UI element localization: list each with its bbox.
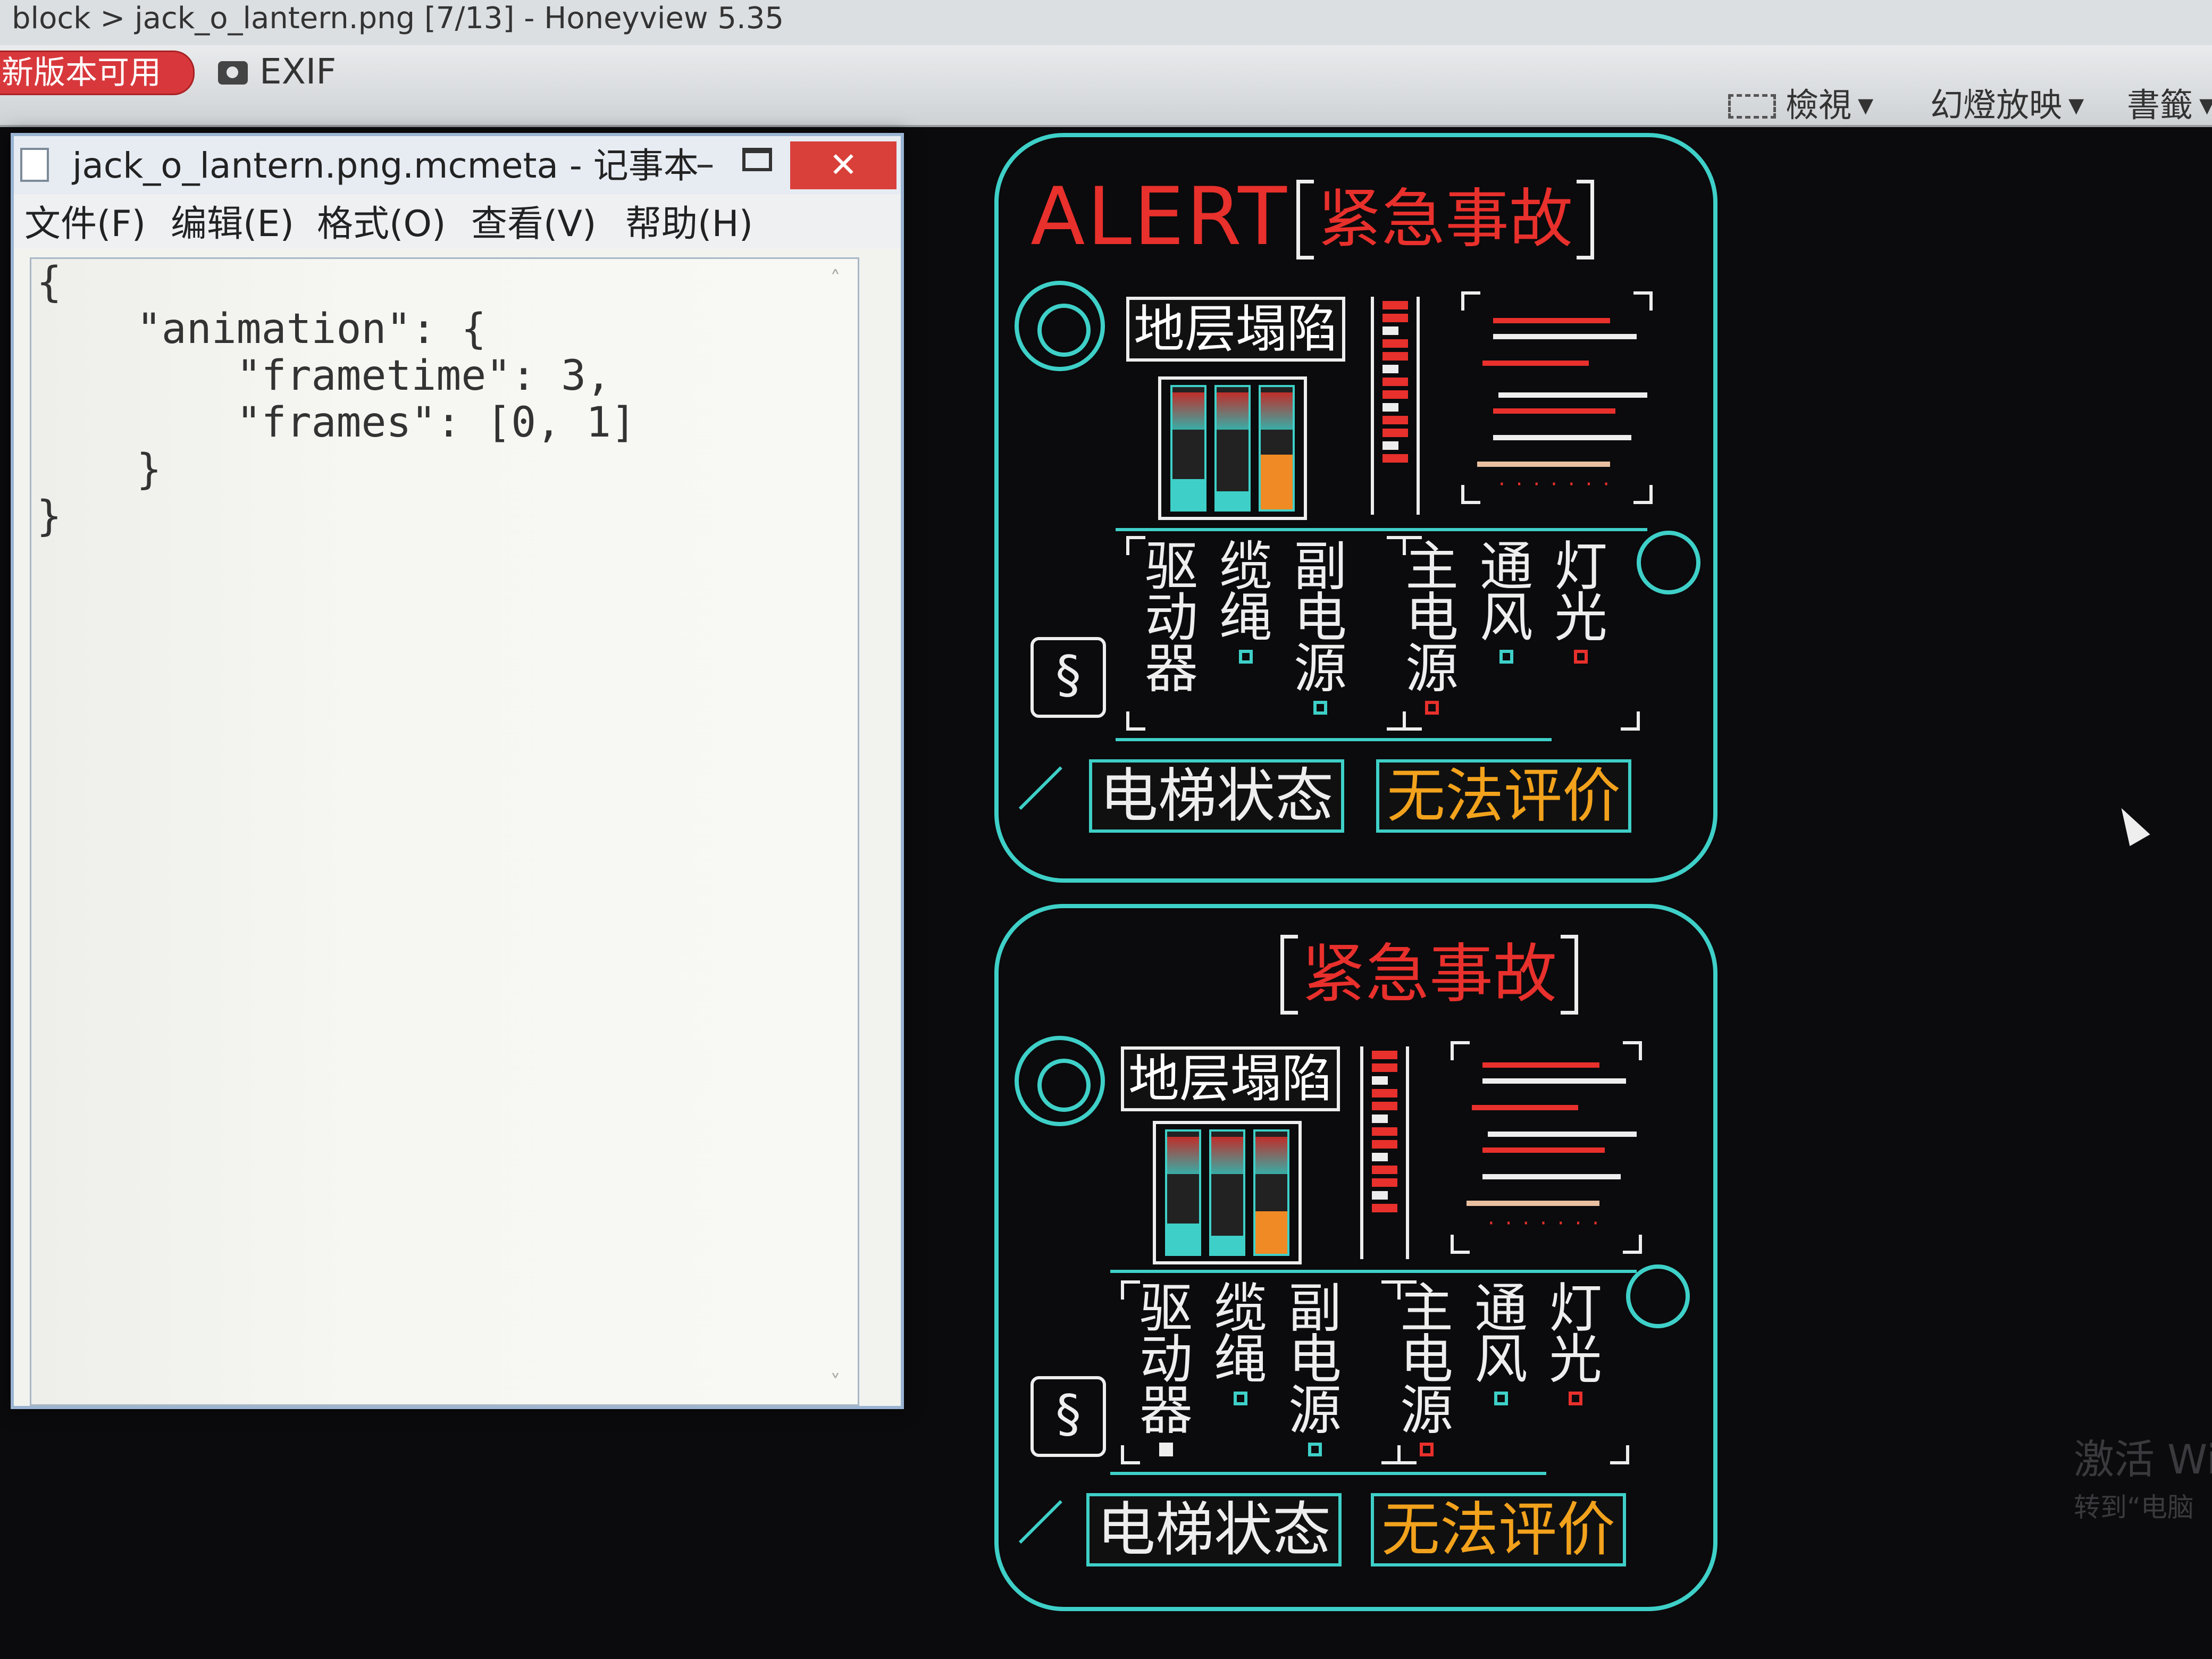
chevron-down-icon: ▼	[2199, 94, 2212, 117]
gauge-box	[1153, 1121, 1302, 1264]
gauge-2	[1214, 385, 1251, 512]
menu-file[interactable]: 文件(F)	[24, 203, 146, 246]
close-button[interactable]: ✕	[790, 141, 896, 189]
notepad-menubar: 文件(F) 编辑(E) 格式(O) 查看(V) 帮助(H)	[14, 196, 901, 249]
elevator-status-value: 无法评价	[1376, 759, 1631, 833]
divider	[1116, 738, 1552, 741]
notepad-text-area[interactable]: { "animation": { "frametime": 3, "frames…	[30, 257, 859, 1406]
gauge-3	[1258, 385, 1295, 512]
collapse-label: 地层塌陷	[1121, 1046, 1340, 1111]
mouse-cursor-icon	[2111, 802, 2150, 847]
cable-label: 缆绳	[1217, 540, 1275, 664]
toolbar: 新版本可用 EXIF 檢視 ▼ 幻燈放映 ▼ 書籤 ▼	[0, 45, 2212, 127]
gauge-3	[1253, 1129, 1289, 1256]
gauge-box	[1158, 376, 1307, 520]
readout-bars: ·······	[1451, 1041, 1642, 1254]
decor-slash	[1018, 766, 1062, 810]
menu-view[interactable]: 查看(V)	[471, 203, 597, 246]
cable-label: 缆绳	[1211, 1282, 1270, 1405]
lighting-label: 灯光	[1546, 1282, 1605, 1405]
elevator-alert-panel: 紧急事故 地层塌陷 ······· § 驱动器 缆绳 副电源 主电源 通风 灯光…	[994, 904, 1717, 1611]
window-title: block > jack_o_lantern.png [7/13] - Hone…	[0, 0, 2212, 45]
notepad-content[interactable]: { "animation": { "frametime": 3, "frames…	[31, 259, 636, 540]
drive-label: 驱动器	[1145, 535, 1198, 700]
watermark-line2: 转到“电脑	[2074, 1492, 2194, 1523]
chevron-down-icon: ▼	[2068, 94, 2084, 117]
activation-watermark: 激活 Wi 转到“电脑	[2074, 1436, 2212, 1531]
emergency-title: 紧急事故	[1280, 935, 1578, 1015]
divider	[1110, 1472, 1546, 1475]
update-available-button[interactable]: 新版本可用	[0, 51, 195, 95]
sensor-ring-icon	[1015, 281, 1105, 371]
watermark-line1: 激活 Wi	[2074, 1436, 2212, 1483]
ventilation-label: 通风	[1472, 1282, 1530, 1405]
menu-format[interactable]: 格式(O)	[317, 203, 446, 246]
divider	[1110, 1270, 1637, 1273]
divider	[1116, 528, 1647, 531]
decor-slash	[1018, 1500, 1062, 1544]
view-label: 檢視	[1786, 86, 1852, 124]
menu-help[interactable]: 帮助(H)	[625, 203, 753, 246]
fullscreen-icon	[1728, 94, 1776, 119]
elevator-status-label: 电梯状态	[1086, 1493, 1342, 1566]
collapse-label: 地层塌陷	[1126, 297, 1345, 362]
scroll-up-icon[interactable]: ˄	[830, 269, 851, 290]
main-power-label: 主电源	[1403, 540, 1461, 715]
maximize-button[interactable]	[742, 148, 772, 171]
gauge-1	[1165, 1129, 1202, 1256]
menu-edit[interactable]: 编辑(E)	[171, 203, 294, 246]
elevator-alert-panel: ALERT 紧急事故 地层塌陷 ······· § 驱动器 缆绳 副电源 主电源…	[994, 133, 1717, 883]
sensor-ring-icon	[1015, 1036, 1105, 1126]
notepad-title: jack_o_lantern.png.mcmeta - 记事本	[72, 145, 699, 186]
scroll-down-icon[interactable]: ˅	[830, 1372, 851, 1394]
emergency-title: 紧急事故	[1296, 180, 1594, 259]
elevator-status-label: 电梯状态	[1089, 759, 1344, 833]
ventilation-label: 通风	[1477, 540, 1536, 664]
exif-label: EXIF	[259, 51, 337, 92]
signal-column	[1360, 1046, 1409, 1259]
aux-power-label: 副电源	[1291, 540, 1350, 715]
signal-column	[1371, 297, 1420, 515]
view-menu-button[interactable]: 檢視 ▼	[1728, 87, 1873, 124]
readout-bars: ·······	[1461, 291, 1653, 504]
camera-icon	[218, 61, 248, 85]
exif-button[interactable]: EXIF	[218, 49, 336, 94]
motor-icon: §	[1030, 1376, 1106, 1457]
status-ring-icon	[1637, 531, 1700, 594]
motor-icon: §	[1030, 637, 1106, 718]
minimize-button[interactable]: –	[684, 143, 726, 185]
notepad-window: jack_o_lantern.png.mcmeta - 记事本 – ✕ 文件(F…	[11, 133, 904, 1409]
aux-power-label: 副电源	[1286, 1282, 1344, 1456]
notepad-icon	[20, 148, 49, 182]
bookmark-menu-button[interactable]: 書籤 ▼	[2127, 87, 2212, 124]
notepad-titlebar[interactable]: jack_o_lantern.png.mcmeta - 记事本 – ✕	[14, 136, 901, 195]
gauge-1	[1170, 385, 1207, 512]
lighting-label: 灯光	[1552, 540, 1610, 664]
slideshow-label: 幻燈放映	[1930, 86, 2063, 124]
alert-label: ALERT	[1030, 171, 1289, 263]
gauge-2	[1209, 1129, 1245, 1256]
bookmark-label: 書籤	[2127, 86, 2193, 124]
main-power-label: 主电源	[1397, 1282, 1456, 1456]
status-ring-icon	[1626, 1264, 1690, 1328]
drive-label: 驱动器	[1137, 1282, 1195, 1456]
slideshow-menu-button[interactable]: 幻燈放映 ▼	[1930, 87, 2084, 124]
elevator-status-value: 无法评价	[1371, 1493, 1626, 1566]
chevron-down-icon: ▼	[1858, 94, 1874, 117]
